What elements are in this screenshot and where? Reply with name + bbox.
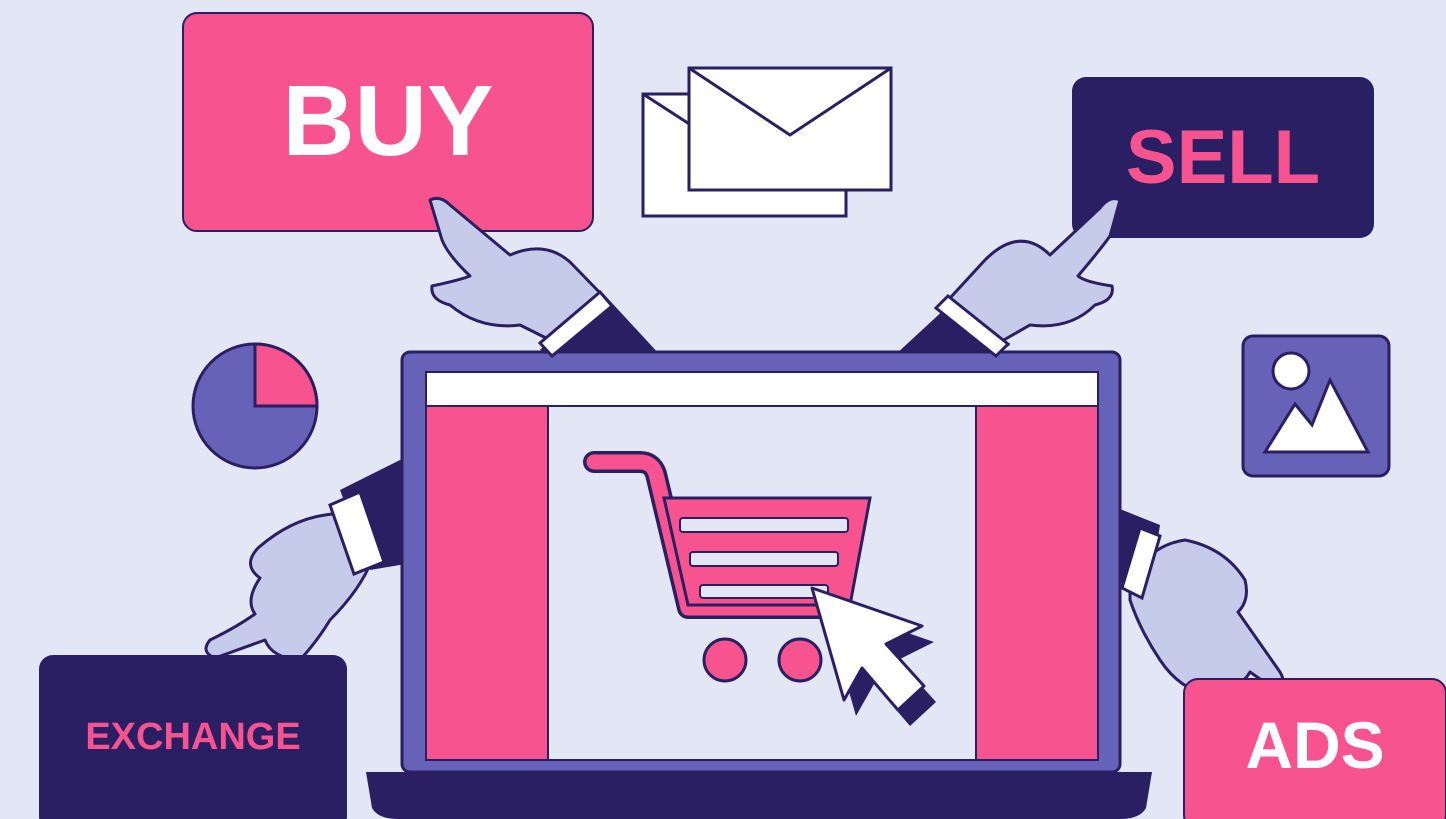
sidebar-left <box>425 405 549 761</box>
hand-left <box>204 489 386 662</box>
ecommerce-illustration: BUY SELL EXCHANGE ADS <box>39 12 1446 819</box>
sell-label: SELL <box>1126 115 1320 200</box>
ads-label: ADS <box>1245 708 1384 782</box>
pie-chart-icon <box>191 342 319 470</box>
sidebar-right <box>975 405 1099 761</box>
browser-bar <box>425 371 1099 407</box>
image-icon <box>1241 334 1391 478</box>
exchange-button[interactable]: EXCHANGE <box>39 655 347 819</box>
envelope-icon <box>641 66 893 218</box>
buy-label: BUY <box>282 65 493 177</box>
buy-button[interactable]: BUY <box>182 12 594 232</box>
exchange-label: EXCHANGE <box>85 716 300 758</box>
ads-button[interactable]: ADS <box>1183 678 1446 819</box>
hand-right <box>1120 525 1285 697</box>
laptop-base <box>366 772 1152 819</box>
